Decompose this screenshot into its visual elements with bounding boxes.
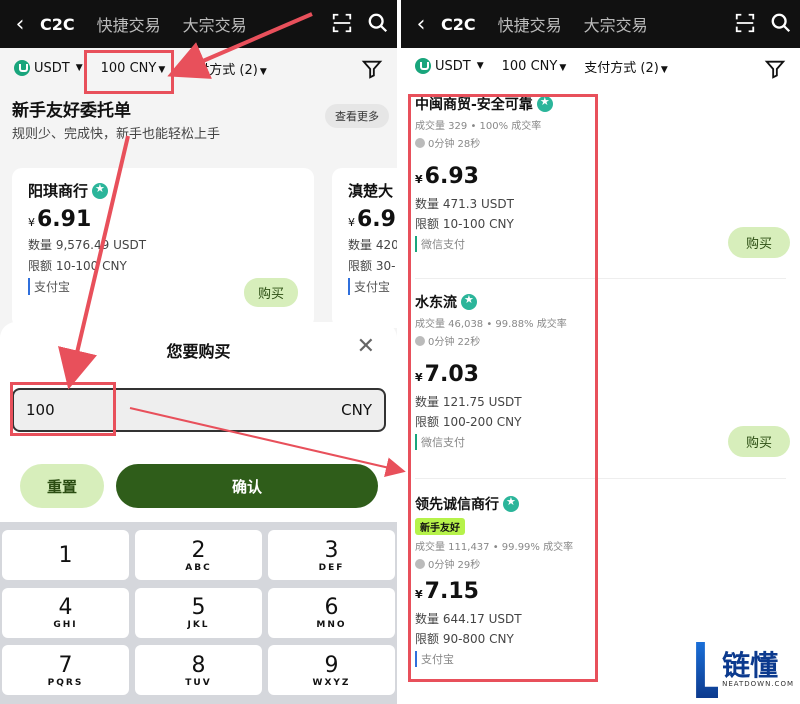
payment-filter[interactable]: 支付方式 (2) ▼ (584, 57, 667, 76)
sheet-title: 您要购买 (166, 342, 231, 361)
filter-bar: USDT ▼ 100 CNY ▼ 支付方式 (2) ▼ (0, 48, 397, 88)
tab-block-trade[interactable]: 大宗交易 (584, 12, 648, 36)
scan-icon[interactable] (734, 12, 756, 34)
usdt-icon (14, 60, 30, 76)
trade-stats: 成交量 46,038 • 99.88% 成交率 (415, 319, 567, 330)
price: ¥6.9 (348, 207, 396, 232)
listing-item[interactable]: 中闽商贸-安全可靠 成交量 329 • 100% 成交率 0分钟 28秒 ¥6.… (415, 94, 553, 252)
payment-method: 支付宝 (348, 278, 397, 295)
back-button[interactable]: ‹ (401, 12, 441, 37)
payment-method: 微信支付 (415, 236, 553, 252)
verified-icon (461, 293, 477, 310)
view-more-button[interactable]: 查看更多 (325, 104, 389, 128)
quantity: 数量 420 (348, 238, 397, 252)
release-time: 0分钟 29秒 (415, 556, 573, 571)
price: ¥6.91 (28, 207, 92, 232)
clock-icon (415, 137, 425, 148)
confirm-button[interactable]: 确认 (116, 464, 378, 508)
buy-button[interactable]: 购买 (727, 227, 790, 258)
release-time: 0分钟 22秒 (415, 333, 567, 348)
key-2[interactable]: 2 ABC (135, 530, 262, 580)
amount-unit: CNY (341, 401, 372, 419)
separator (415, 278, 786, 279)
merchant-card[interactable]: 阳琪商行 ¥6.91 数量 9,576.49 USDT 限额 10-100 CN… (12, 168, 314, 328)
quantity: 数量 644.17 USDT (415, 612, 522, 626)
buy-button[interactable]: 购买 (243, 278, 298, 307)
amount-input[interactable]: 100 CNY (12, 388, 386, 432)
payment-method: 支付宝 (415, 651, 573, 667)
limit: 限额 30- (348, 259, 396, 273)
limit: 限额 10-100 CNY (415, 217, 514, 231)
newbie-tag: 新手友好 (415, 518, 465, 535)
merchant-name: 水东流 (415, 295, 457, 311)
coin-selector[interactable]: USDT ▼ (14, 60, 83, 76)
key-5[interactable]: 5 JKL (135, 587, 262, 638)
listing-item[interactable]: 领先诚信商行 新手友好 成交量 111,437 • 99.99% 成交率 0分钟… (415, 494, 573, 667)
right-screenshot: ‹ C2C 快捷交易 大宗交易 USDT ▼ 100 CNY ▼ 支付方式 (2) ▼… (401, 0, 800, 704)
key-6[interactable]: 6 MNO (268, 587, 395, 638)
filter-icon[interactable] (361, 58, 383, 80)
listing-item[interactable]: 水东流 成交量 46,038 • 99.88% 成交率 0分钟 22秒 ¥7.0… (415, 292, 567, 450)
trade-stats: 成交量 111,437 • 99.99% 成交率 (415, 542, 574, 553)
top-nav: ‹ C2C 快捷交易 大宗交易 (0, 0, 397, 48)
tab-c2c[interactable]: C2C (40, 15, 75, 34)
search-icon[interactable] (770, 12, 792, 34)
price: ¥7.03 (415, 362, 479, 387)
top-nav: ‹ C2C 快捷交易 大宗交易 (401, 0, 800, 48)
key-7[interactable]: 7 PQRS (2, 645, 129, 696)
merchant-name: 领先诚信商行 (415, 497, 499, 513)
release-time: 0分钟 28秒 (415, 135, 553, 150)
price: ¥6.93 (415, 164, 479, 189)
tab-block-trade[interactable]: 大宗交易 (183, 12, 247, 36)
payment-filter[interactable]: 支付方式 (2) ▼ (183, 59, 266, 78)
verified-icon (92, 182, 109, 199)
amount-value: 100 (26, 401, 55, 419)
close-icon[interactable]: ✕ (357, 334, 375, 359)
tab-quick-trade[interactable]: 快捷交易 (498, 12, 562, 36)
buy-button[interactable]: 购买 (727, 426, 790, 457)
numeric-keypad: 1 2 ABC 3 DEF 4 GHI 5 JKL 6 MNO 7 PQRS 8 TUV 9W… (0, 522, 397, 704)
back-button[interactable]: ‹ (0, 12, 40, 37)
clock-icon (415, 558, 425, 569)
left-screenshot: ‹ C2C 快捷交易 大宗交易 USDT ▼ 100 CNY ▼ 支付方式 (2) ▼… (0, 0, 397, 704)
purchase-sheet: 您要购买 ✕ 100 CNY 重置 确认 1 2 ABC 3 DEF 4 GHI 5J… (0, 322, 397, 704)
key-3[interactable]: 3 DEF (268, 530, 395, 580)
filter-icon[interactable] (764, 58, 786, 80)
merchant-name: 阳琪商行 (28, 182, 89, 200)
key-4[interactable]: 4 GHI (2, 587, 129, 638)
payment-method: 微信支付 (415, 434, 567, 450)
quantity: 数量 471.3 USDT (415, 197, 514, 211)
limit: 限额 100-200 CNY (415, 415, 522, 429)
merchant-name: 中闽商贸-安全可靠 (415, 97, 533, 113)
key-1[interactable]: 1 (2, 530, 129, 580)
coin-selector[interactable]: USDT ▼ (415, 58, 484, 74)
merchant-card[interactable]: 滇楚大 ¥6.9 数量 420 限额 30- 支付宝 (332, 168, 397, 328)
filter-bar: USDT ▼ 100 CNY ▼ 支付方式 (2) ▼ (401, 48, 800, 84)
limit: 限额 90-800 CNY (415, 632, 514, 646)
verified-icon (503, 495, 519, 512)
logo-mark-icon (696, 642, 719, 698)
scan-icon[interactable] (331, 12, 353, 34)
key-9[interactable]: 9 WXYZ (268, 645, 395, 696)
trade-stats: 成交量 329 • 100% 成交率 (415, 121, 542, 132)
search-icon[interactable] (367, 12, 389, 34)
price: ¥7.15 (415, 579, 479, 604)
reset-button[interactable]: 重置 (20, 464, 104, 508)
usdt-icon (415, 58, 431, 74)
limit: 限额 10-100 CNY (28, 259, 127, 273)
clock-icon (415, 335, 425, 346)
amount-filter[interactable]: 100 CNY ▼ (101, 61, 166, 76)
key-8[interactable]: 8 TUV (135, 645, 262, 696)
promo-subtitle: 规则少、完成快，新手也能轻松上手 (12, 127, 221, 142)
separator (415, 478, 786, 479)
newbie-promo: 新手友好委托单 规则少、完成快，新手也能轻松上手 查看更多 (0, 88, 397, 150)
merchant-name: 滇楚大 (348, 182, 394, 200)
quantity: 数量 9,576.49 USDT (28, 238, 147, 252)
amount-filter[interactable]: 100 CNY ▼ (502, 59, 567, 74)
quantity: 数量 121.75 USDT (415, 395, 522, 409)
tab-c2c[interactable]: C2C (441, 15, 476, 34)
tab-quick-trade[interactable]: 快捷交易 (97, 12, 161, 36)
watermark-logo: 链懂 NEATDOWN.COM (696, 642, 794, 698)
verified-icon (536, 95, 553, 112)
